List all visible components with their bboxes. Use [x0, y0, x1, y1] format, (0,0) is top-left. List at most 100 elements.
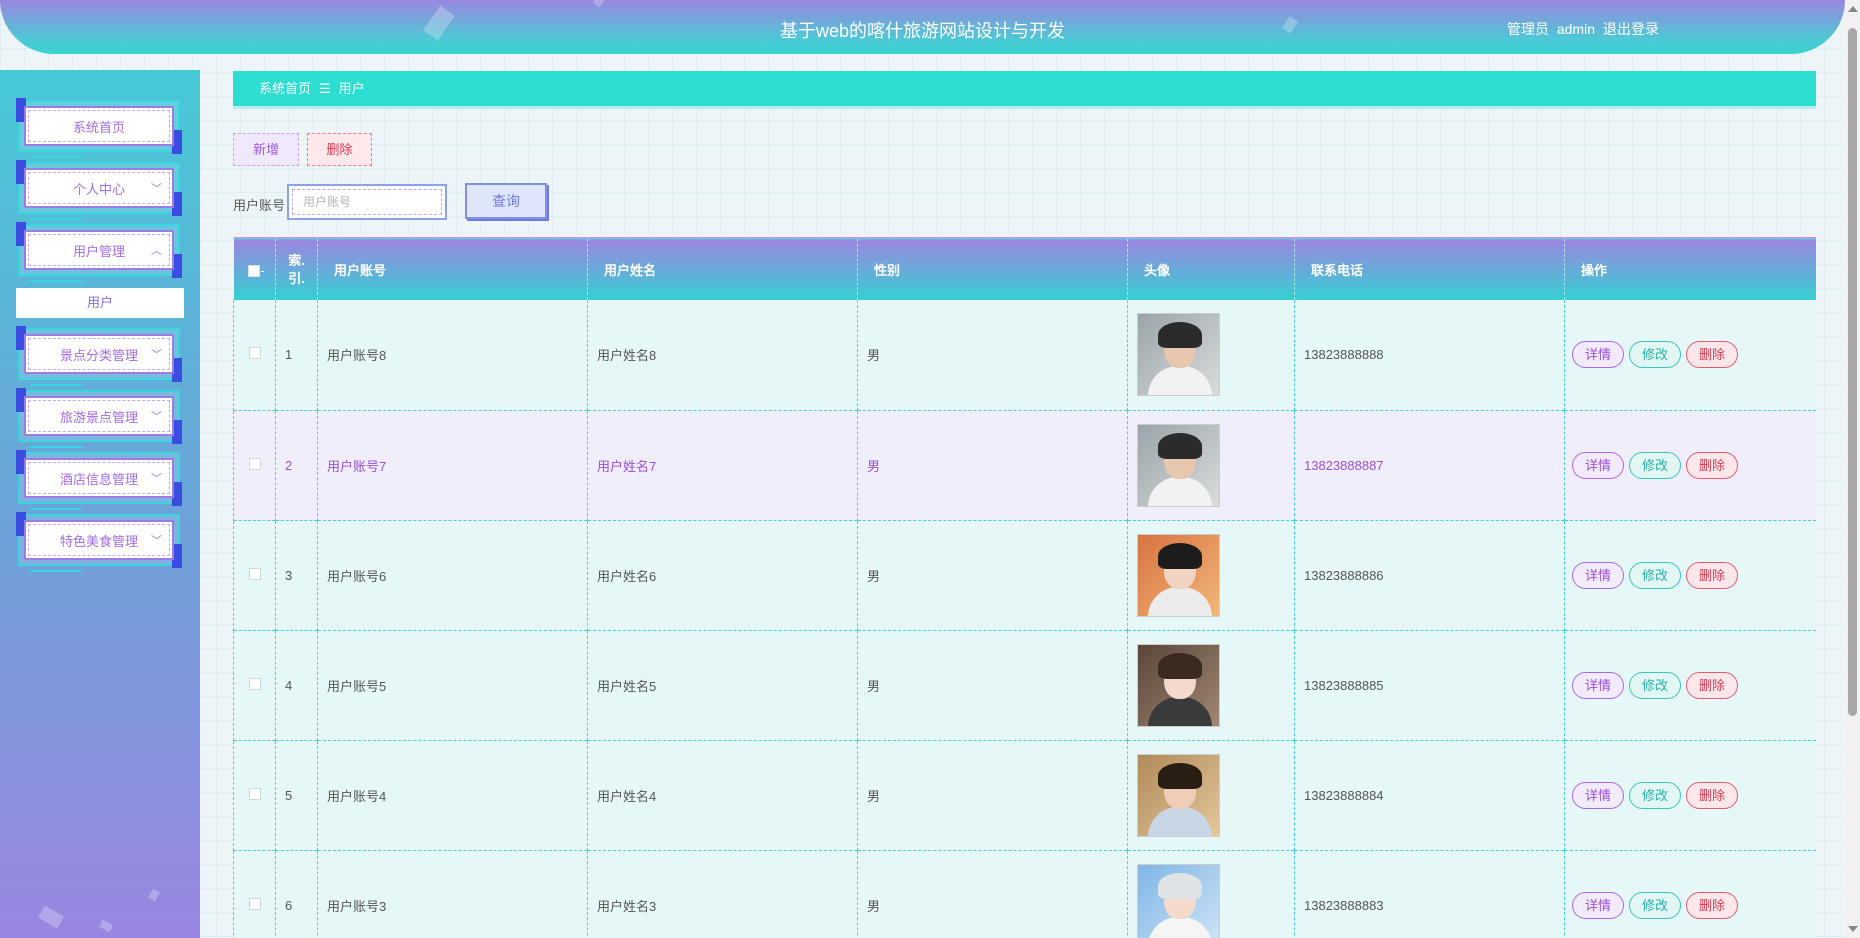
row-checkbox[interactable]: [248, 787, 261, 800]
select-all-header: [233, 238, 276, 300]
batch-delete-button[interactable]: 删除: [307, 133, 372, 166]
delete-button[interactable]: 删除: [1686, 891, 1738, 919]
sidebar-item-hotel-info[interactable]: 酒店信息管理 ﹀: [16, 450, 182, 510]
sidebar-decoration: [148, 888, 160, 902]
detail-button[interactable]: 详情: [1572, 891, 1624, 919]
detail-button[interactable]: 详情: [1572, 451, 1624, 479]
add-button[interactable]: 新增: [233, 133, 299, 166]
page-scrollbar[interactable]: [1845, 0, 1860, 938]
row-phone: 13823888888: [1294, 300, 1565, 410]
select-all-checkbox[interactable]: [248, 264, 265, 277]
table-row: 3 用户账号6 用户姓名6 男 13823888886 详情 修改 删除: [233, 520, 1816, 630]
table-row: 2 用户账号7 用户姓名7 男 13823888887 详情 修改 删除: [233, 410, 1816, 520]
avatar[interactable]: [1137, 643, 1220, 727]
row-name: 用户姓名7: [587, 410, 858, 520]
chevron-down-icon: ﹀: [151, 411, 162, 423]
scrollbar-thumb[interactable]: [1848, 28, 1857, 716]
breadcrumb-current: 用户: [338, 81, 365, 96]
row-checkbox[interactable]: [248, 347, 261, 360]
sidebar-item-label: 旅游景点管理: [59, 409, 138, 425]
breadcrumb-home[interactable]: 系统首页: [259, 81, 311, 96]
row-phone: 13823888884: [1294, 740, 1565, 850]
avatar[interactable]: [1137, 533, 1220, 617]
row-index: 5: [275, 740, 318, 850]
sidebar-item-local-food[interactable]: 特色美食管理 ﹀: [16, 512, 182, 572]
detail-button[interactable]: 详情: [1572, 671, 1624, 699]
edit-button[interactable]: 修改: [1629, 891, 1681, 919]
sidebar-item-label: 系统首页: [72, 119, 125, 135]
row-checkbox[interactable]: [248, 897, 261, 910]
header-user-area: 管理员 admin 退出登录: [1499, 19, 1659, 39]
sidebar-item-scenic-category[interactable]: 景点分类管理 ﹀: [16, 326, 182, 386]
chevron-down-icon: ﹀: [151, 473, 162, 485]
delete-button[interactable]: 删除: [1686, 341, 1738, 369]
column-header-index: 索. 引.: [275, 238, 318, 300]
top-header: 基于web的喀什旅游网站设计与开发 管理员 admin 退出登录: [0, 0, 1845, 54]
column-header-gender: 性别: [857, 238, 1128, 300]
header-decoration: [592, 0, 606, 8]
edit-button[interactable]: 修改: [1629, 671, 1681, 699]
scroll-down-icon[interactable]: [1848, 926, 1858, 932]
delete-button[interactable]: 删除: [1686, 561, 1738, 589]
scroll-up-icon[interactable]: [1848, 6, 1858, 12]
detail-button[interactable]: 详情: [1572, 561, 1624, 589]
sidebar-item-home[interactable]: 系统首页: [16, 98, 182, 158]
row-index: 4: [275, 630, 318, 740]
row-phone: 13823888883: [1294, 850, 1565, 938]
user-role: 管理员: [1506, 21, 1549, 37]
table-row: 5 用户账号4 用户姓名4 男 13823888884 详情 修改 删除: [233, 740, 1816, 850]
username: admin: [1556, 21, 1595, 37]
delete-button[interactable]: 删除: [1686, 671, 1738, 699]
row-account: 用户账号7: [317, 410, 588, 520]
row-index: 6: [275, 850, 318, 938]
query-button[interactable]: 查询: [465, 183, 547, 219]
row-name: 用户姓名5: [587, 630, 858, 740]
avatar[interactable]: [1137, 863, 1220, 938]
table-header-row: 索. 引. 用户账号 用户姓名 性别 头像 联系电话 操作: [233, 238, 1816, 300]
row-account: 用户账号5: [317, 630, 588, 740]
sidebar-subitem-user[interactable]: 用户: [16, 288, 184, 318]
sidebar-item-scenic-spots[interactable]: 旅游景点管理 ﹀: [16, 388, 182, 448]
row-name: 用户姓名8: [587, 300, 858, 410]
delete-button[interactable]: 删除: [1686, 451, 1738, 479]
chevron-down-icon: ﹀: [151, 535, 162, 547]
avatar[interactable]: [1137, 313, 1220, 397]
chevron-up-icon: ︿: [151, 245, 162, 257]
row-index: 1: [275, 300, 318, 410]
column-header-account: 用户账号: [317, 238, 588, 300]
table-row: 1 用户账号8 用户姓名8 男 13823888888 详情 修改 删除: [233, 300, 1816, 410]
sidebar-item-user-management[interactable]: 用户管理 ︿: [16, 222, 182, 282]
row-gender: 男: [857, 630, 1128, 740]
sidebar-item-label: 个人中心: [72, 181, 125, 197]
row-checkbox[interactable]: [248, 567, 261, 580]
table-row: 4 用户账号5 用户姓名5 男 13823888885 详情 修改 删除: [233, 630, 1816, 740]
detail-button[interactable]: 详情: [1572, 781, 1624, 809]
logout-link[interactable]: 退出登录: [1603, 21, 1659, 37]
row-gender: 男: [857, 740, 1128, 850]
avatar[interactable]: [1137, 423, 1220, 507]
search-field-wrapper: [287, 184, 447, 220]
row-name: 用户姓名3: [587, 850, 858, 938]
row-checkbox[interactable]: [248, 677, 261, 690]
edit-button[interactable]: 修改: [1629, 561, 1681, 589]
column-header-actions: 操作: [1564, 238, 1816, 300]
row-gender: 男: [857, 300, 1128, 410]
table-row: 6 用户账号3 用户姓名3 男 13823888883 详情 修改 删除: [233, 850, 1816, 938]
avatar[interactable]: [1137, 753, 1220, 837]
edit-button[interactable]: 修改: [1629, 451, 1681, 479]
column-header-phone: 联系电话: [1294, 238, 1565, 300]
edit-button[interactable]: 修改: [1629, 341, 1681, 369]
sidebar-item-personal-center[interactable]: 个人中心 ﹀: [16, 160, 182, 220]
sidebar-decoration: [37, 905, 65, 929]
row-account: 用户账号8: [317, 300, 588, 410]
sidebar-decoration: [98, 919, 114, 933]
delete-button[interactable]: 删除: [1686, 781, 1738, 809]
row-account: 用户账号4: [317, 740, 588, 850]
row-phone: 13823888886: [1294, 520, 1565, 630]
row-index: 2: [275, 410, 318, 520]
row-checkbox[interactable]: [248, 457, 261, 470]
edit-button[interactable]: 修改: [1629, 781, 1681, 809]
detail-button[interactable]: 详情: [1572, 341, 1624, 369]
search-input[interactable]: [292, 189, 442, 215]
row-account: 用户账号3: [317, 850, 588, 938]
